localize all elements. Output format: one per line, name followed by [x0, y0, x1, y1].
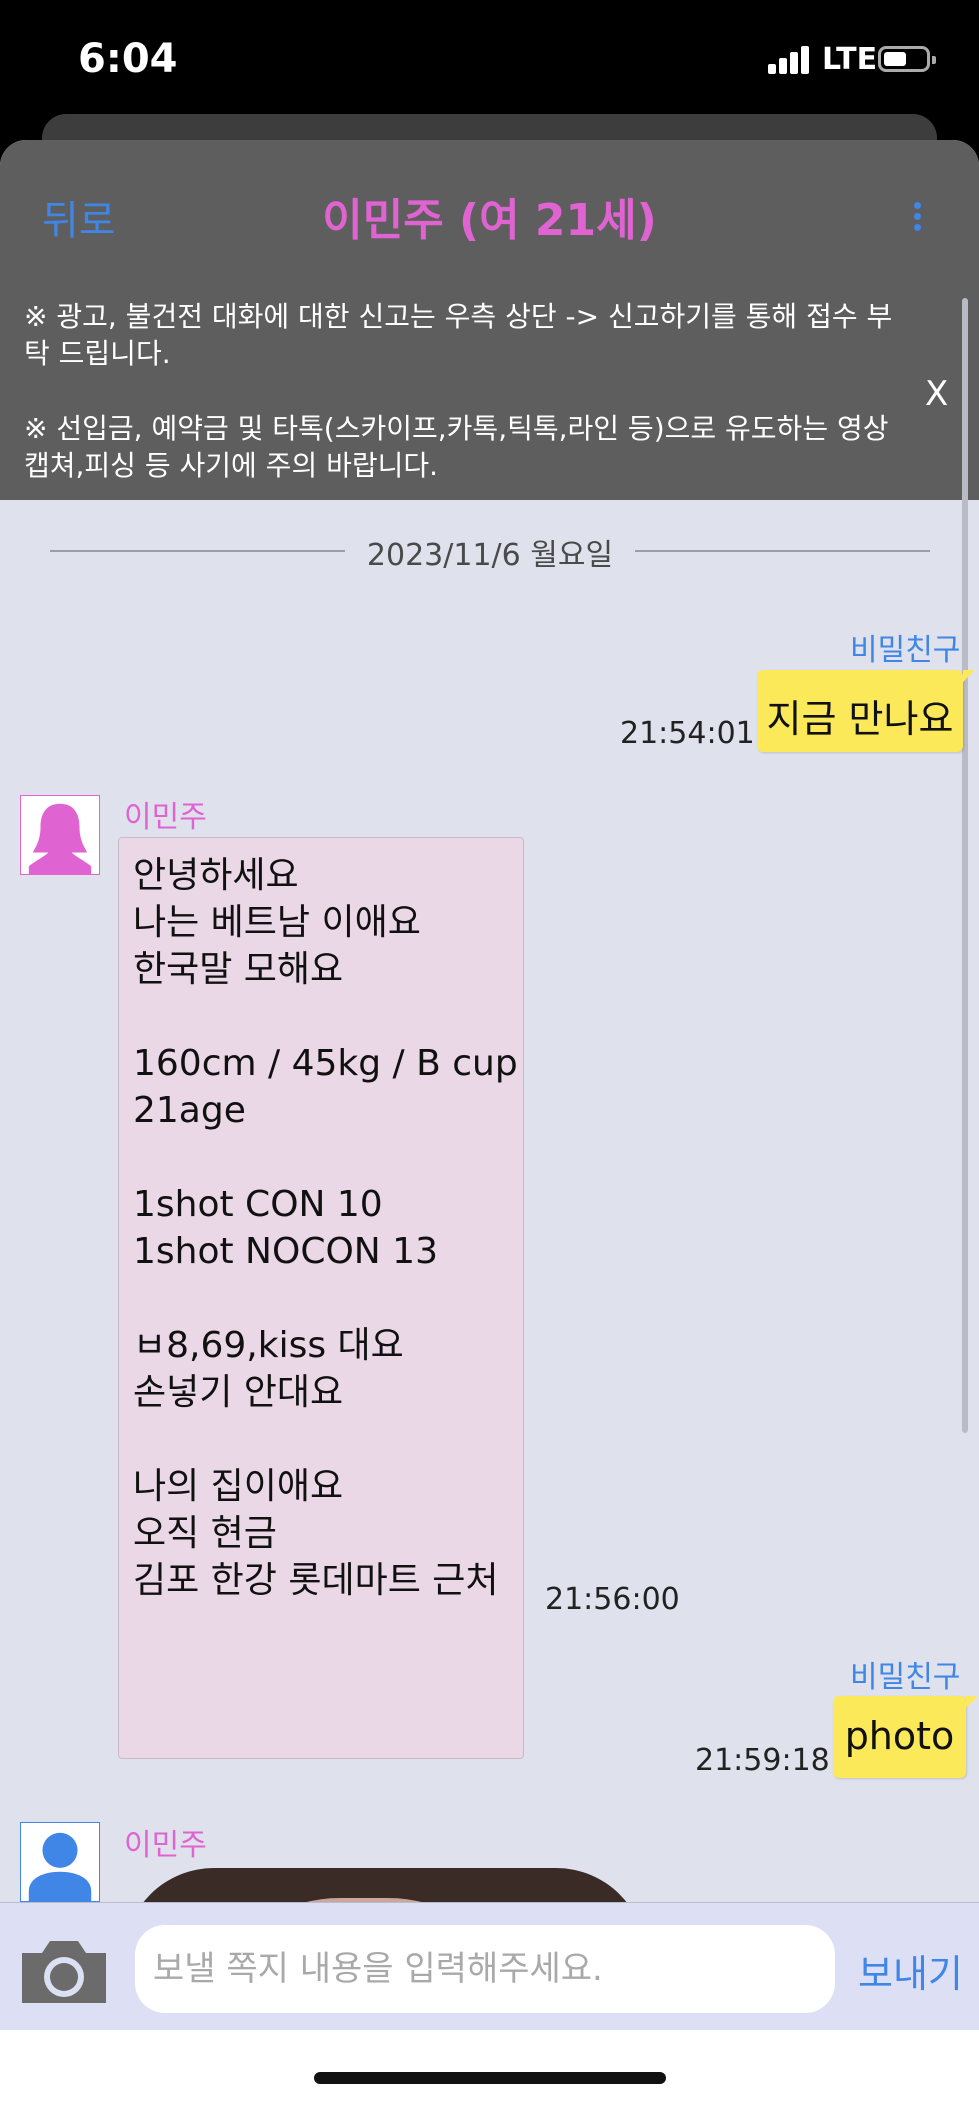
status-time: 6:04 — [78, 36, 178, 82]
warning-notice: ※ 광고, 불건전 대화에 대한 신고는 우측 상단 -> 신고하기를 통해 접… — [0, 288, 979, 500]
composer-bar: 보내기 — [0, 1902, 979, 2031]
scrollbar[interactable] — [962, 298, 968, 1433]
my-message-bubble[interactable]: 지금 만나요 — [757, 670, 975, 752]
my-message-text: photo — [844, 1714, 955, 1758]
message-time: 21:56:00 — [545, 1582, 680, 1617]
partner-name-label: 이민주 — [124, 800, 207, 835]
vertical-ellipsis-icon[interactable] — [913, 202, 923, 238]
female-person-icon — [28, 803, 92, 874]
partner-message-bubble[interactable]: 안녕하세요 나는 베트남 이애요 한국말 모해요 160cm / 45kg / … — [118, 837, 524, 1759]
message-time: 21:59:18 — [695, 1743, 830, 1778]
my-message-bubble[interactable]: photo — [833, 1696, 978, 1778]
person-icon — [28, 1832, 92, 1901]
my-message-text: 지금 만나요 — [766, 697, 954, 741]
date-divider: 2023/11/6 월요일 — [50, 530, 930, 573]
camera-icon[interactable] — [18, 1935, 110, 2007]
cellular-signal-icon — [768, 44, 812, 74]
notice-line-scam: ※ 선입금, 예약금 및 타톡(스카이프,카톡,틱톡,라인 등)으로 유도하는 … — [24, 412, 889, 482]
page-title: 이민주 (여 21세) — [322, 195, 657, 246]
date-label: 2023/11/6 월요일 — [366, 538, 614, 573]
message-input[interactable] — [135, 1925, 835, 2013]
partner-avatar[interactable] — [20, 1822, 100, 1902]
notice-line-report: ※ 광고, 불건전 대화에 대한 신고는 우측 상단 -> 신고하기를 통해 접… — [24, 300, 893, 370]
my-name-label: 비밀친구 — [850, 633, 961, 668]
battery-icon — [878, 46, 936, 72]
chat-sheet: 뒤로 이민주 (여 21세) ※ 광고, 불건전 대화에 대한 신고는 우측 상… — [0, 140, 979, 2122]
status-bar: 6:04 LTE — [0, 0, 979, 120]
nav-bar: 뒤로 이민주 (여 21세) — [0, 140, 979, 289]
send-button[interactable]: 보내기 — [858, 1943, 963, 1998]
message-time: 21:54:01 — [620, 716, 755, 751]
home-area — [0, 2030, 979, 2122]
close-notice-button[interactable]: X — [925, 376, 948, 413]
my-name-label: 비밀친구 — [850, 1660, 961, 1695]
divider-line-right — [635, 550, 930, 552]
partner-name-label: 이민주 — [124, 1828, 207, 1863]
network-type: LTE — [822, 42, 878, 77]
partner-avatar[interactable] — [20, 795, 100, 875]
partner-message-text: 안녕하세요 나는 베트남 이애요 한국말 모해요 160cm / 45kg / … — [133, 855, 518, 1601]
home-indicator[interactable] — [314, 2072, 666, 2084]
